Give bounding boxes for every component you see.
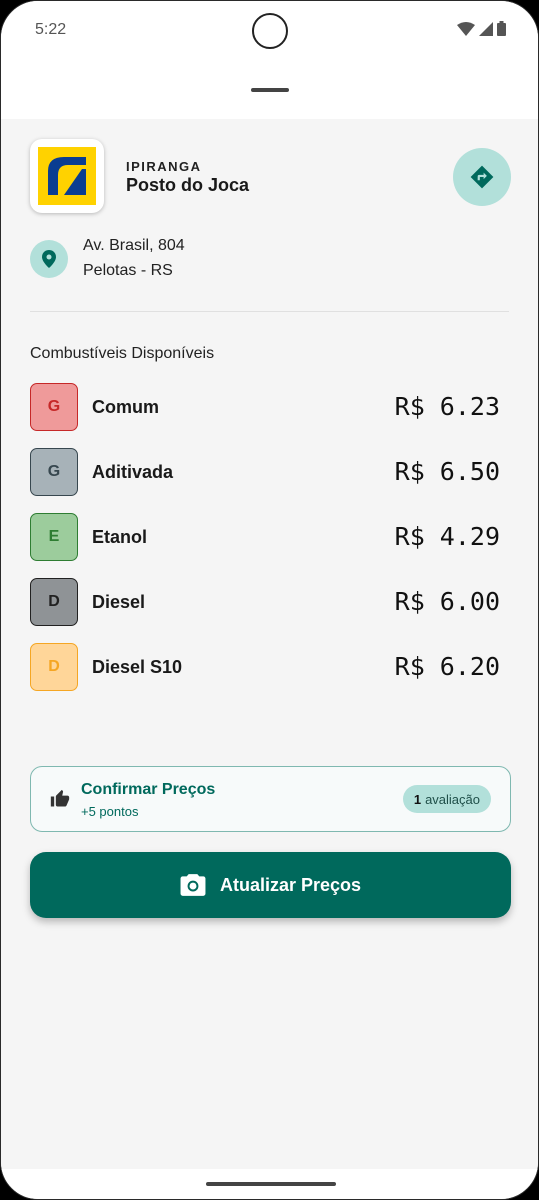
divider: [30, 311, 509, 312]
fuel-price: R$ 6.20: [394, 652, 500, 681]
location-badge: [30, 240, 68, 278]
camera-icon: [180, 874, 206, 896]
signal-icon: [479, 21, 493, 36]
thumb-up-icon: [50, 789, 70, 807]
directions-button[interactable]: [453, 148, 511, 206]
fuel-price: R$ 6.00: [394, 587, 500, 616]
status-bar: 5:22: [1, 1, 538, 61]
battery-icon: [497, 21, 506, 36]
status-time: 5:22: [35, 21, 67, 38]
fuel-price: R$ 4.29: [394, 522, 500, 551]
status-icons: [457, 21, 506, 36]
fuel-row-comum[interactable]: G Comum R$ 6.23: [30, 383, 500, 431]
home-gesture-pill[interactable]: [206, 1182, 336, 1186]
confirm-prices-title: Confirmar Preços: [81, 781, 216, 798]
fuel-name: Comum: [92, 397, 159, 417]
location-pin-icon: [42, 250, 56, 268]
confirm-points: +5 pontos: [81, 804, 139, 819]
address-city: Pelotas - RS: [83, 262, 173, 279]
fuel-type-badge: D: [30, 643, 78, 691]
fuel-name: Aditivada: [92, 462, 174, 482]
fuel-price: R$ 6.23: [394, 392, 500, 421]
sheet-header: [1, 61, 538, 119]
ipiranga-logo-icon: [38, 147, 96, 205]
camera-cutout: [252, 13, 288, 49]
rating-count-badge: 1 avaliação: [402, 785, 491, 813]
station-detail-sheet: IPIRANGA Posto do Joca Av. Brasil, 804 P…: [1, 119, 538, 1171]
fuel-row-etanol[interactable]: E Etanol R$ 4.29: [30, 513, 500, 561]
wifi-icon: [457, 21, 475, 36]
rating-count: 1: [413, 791, 422, 807]
rating-label: avaliação: [425, 791, 480, 807]
address-street: Av. Brasil, 804: [83, 237, 185, 254]
fuel-row-aditivada[interactable]: G Aditivada R$ 6.50: [30, 448, 500, 496]
update-prices-button[interactable]: Atualizar Preços: [30, 852, 511, 918]
fuel-type-badge: E: [30, 513, 78, 561]
fuel-type-badge: D: [30, 578, 78, 626]
brand-logo: [30, 139, 104, 213]
fuel-row-diesel[interactable]: D Diesel R$ 6.00: [30, 578, 500, 626]
drag-handle[interactable]: [251, 88, 289, 92]
fuel-row-diesel-s10[interactable]: D Diesel S10 R$ 6.20: [30, 643, 500, 691]
fuel-type-badge: G: [30, 383, 78, 431]
directions-icon: [470, 165, 494, 189]
station-brand: IPIRANGA: [126, 159, 202, 174]
update-prices-label: Atualizar Preços: [219, 874, 362, 895]
fuels-section-title: Combustíveis Disponíveis: [30, 345, 215, 362]
fuel-price: R$ 6.50: [394, 457, 500, 486]
station-name: Posto do Joca: [126, 175, 250, 195]
confirm-prices-card[interactable]: Confirmar Preços +5 pontos 1 avaliação: [30, 766, 511, 832]
fuel-name: Diesel: [92, 592, 146, 612]
fuel-type-badge: G: [30, 448, 78, 496]
gesture-nav-bar: [1, 1169, 538, 1199]
fuel-name: Diesel S10: [92, 657, 183, 677]
fuel-name: Etanol: [92, 527, 148, 547]
phone-screen: 5:22 IPIRANGA Posto do Joca Av. Brasil, …: [0, 0, 539, 1200]
